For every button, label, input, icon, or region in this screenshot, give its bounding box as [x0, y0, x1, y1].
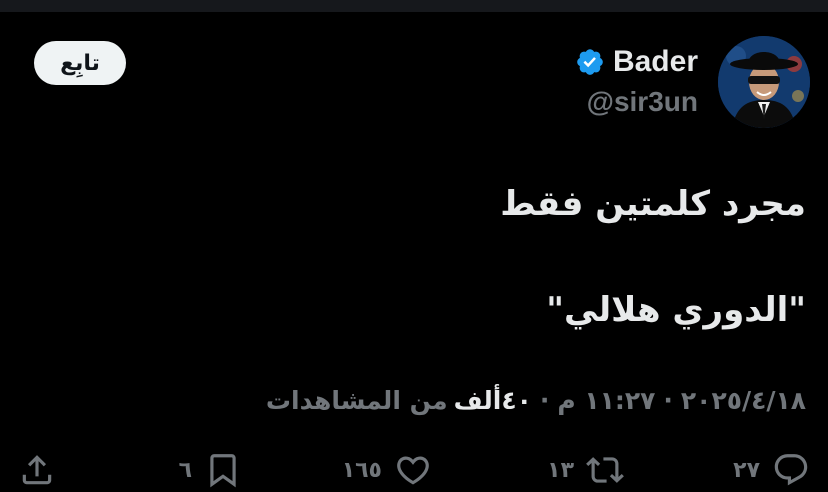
reply-button[interactable]: ٢٧ — [733, 448, 810, 492]
tweet-line-gap — [46, 232, 806, 282]
tweet-actions: ٢٧ ١٣ ١٦٥ ٦ — [0, 448, 828, 492]
bookmark-button[interactable]: ٦ — [179, 448, 242, 492]
author-handle[interactable]: @sir3un — [587, 84, 698, 120]
reply-icon — [772, 451, 810, 489]
bookmark-count: ٦ — [178, 457, 192, 483]
share-button[interactable] — [18, 448, 56, 492]
tweet-date[interactable]: ٢٠٢٥/٤/١٨ — [681, 386, 806, 415]
like-count: ١٦٥ — [341, 457, 382, 483]
like-button[interactable]: ١٦٥ — [342, 448, 432, 492]
follow-button[interactable]: تابِع — [34, 41, 126, 85]
views-count[interactable]: ٤٠ألف — [454, 386, 532, 415]
views-label: من المشاهدات — [265, 385, 448, 415]
author-display-name: Bader — [612, 45, 698, 78]
tweet-text: مجرد كلمتين فقط "الدوري هلالي" — [46, 176, 806, 338]
tweet-time[interactable]: ١١:٢٧ م — [557, 386, 655, 415]
top-divider — [0, 0, 828, 12]
tweet-line: "الدوري هلالي" — [546, 290, 806, 330]
share-icon — [18, 451, 56, 489]
avatar[interactable] — [718, 36, 810, 128]
retweet-icon — [586, 451, 624, 489]
tweet-meta: ٢٠٢٥/٤/١٨ · ١١:٢٧ م · ٤٠ألف من المشاهدات — [266, 380, 806, 420]
verified-badge-icon — [575, 47, 605, 77]
retweet-count: ١٣ — [547, 457, 574, 483]
author-name-row[interactable]: Bader — [575, 42, 698, 82]
tweet-detail-view: Bader @sir3un تابِع مجرد كلمتين فقط "الد… — [0, 0, 828, 492]
tweet-line: مجرد كلمتين فقط — [500, 184, 806, 224]
retweet-button[interactable]: ١٣ — [547, 448, 624, 492]
avatar-image — [718, 36, 810, 128]
heart-icon — [394, 451, 432, 489]
meta-separator: · — [663, 385, 673, 415]
bookmark-icon — [204, 451, 242, 489]
meta-separator: · — [539, 385, 550, 415]
reply-count: ٢٧ — [733, 457, 760, 483]
